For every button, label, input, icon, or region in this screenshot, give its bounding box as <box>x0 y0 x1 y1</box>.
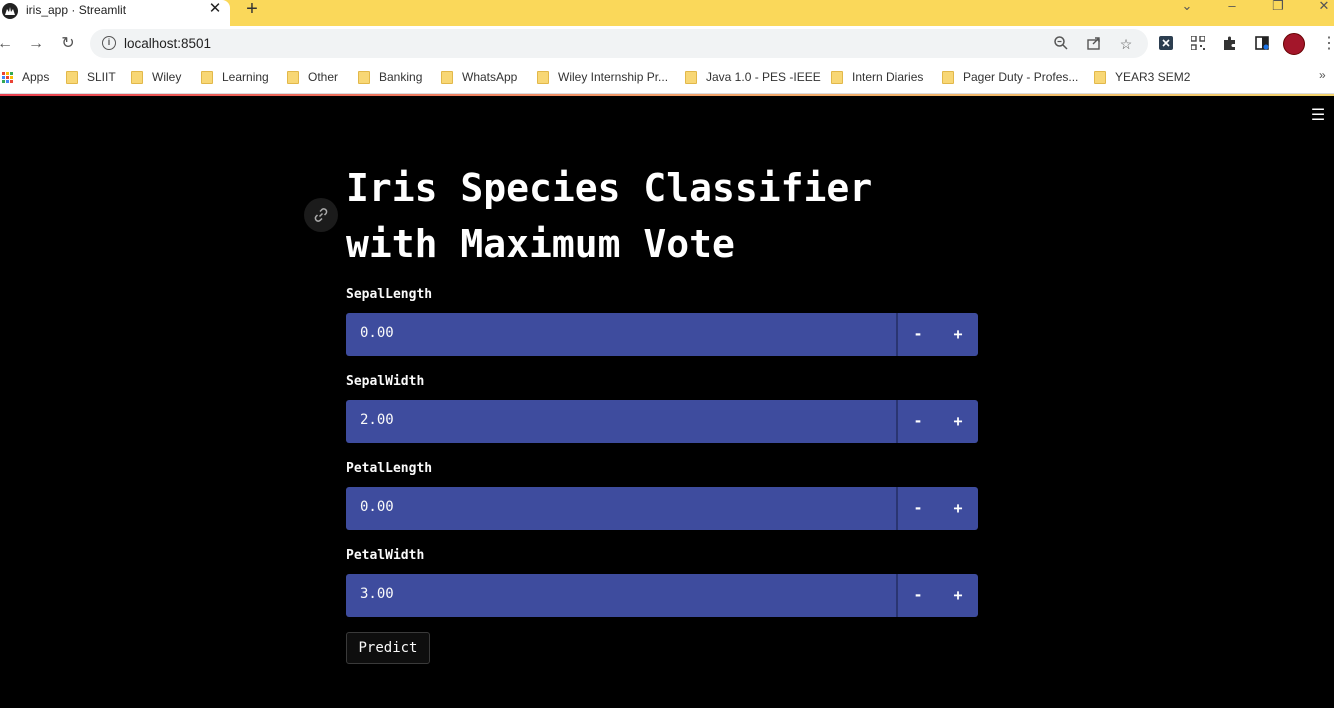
bookmark-sliit[interactable]: SLIIT <box>66 68 116 86</box>
bookmark-apps[interactable]: Apps <box>2 68 49 86</box>
bookmark-label: Apps <box>22 70 50 84</box>
main-menu-icon[interactable]: ☰ <box>1310 108 1326 124</box>
sepal-length-increment-button[interactable]: + <box>938 313 978 356</box>
petal-width-input[interactable]: 3.00 - + <box>346 574 978 617</box>
browser-tab[interactable]: iris_app · Streamlit ✕ <box>0 0 230 26</box>
bookmark-banking[interactable]: Banking <box>358 68 422 86</box>
folder-icon <box>66 70 78 84</box>
bookmarks-overflow-icon[interactable]: » <box>1319 68 1326 82</box>
folder-icon <box>358 70 370 84</box>
browser-toolbar: ← → ↻ i localhost:8501 ☆ ⋮ <box>0 26 1334 62</box>
bookmark-label: Intern Diaries <box>852 70 924 84</box>
sepal-width-decrement-button[interactable]: - <box>898 400 938 443</box>
extension-x-icon[interactable] <box>1158 36 1174 52</box>
bookmark-wiley-internship[interactable]: Wiley Internship Pr... <box>537 68 668 86</box>
folder-icon <box>942 70 954 84</box>
bookmark-pager-duty[interactable]: Pager Duty - Profes... <box>942 68 1078 86</box>
bookmark-wiley[interactable]: Wiley <box>131 68 181 86</box>
sepal-length-input[interactable]: 0.00 - + <box>346 313 978 356</box>
sepal-length-value[interactable]: 0.00 <box>360 325 394 341</box>
bookmark-label: WhatsApp <box>462 70 518 84</box>
bookmark-label: Banking <box>379 70 423 84</box>
folder-icon <box>287 70 299 84</box>
share-icon[interactable] <box>1085 35 1103 53</box>
streamlit-header-decoration <box>0 94 1334 96</box>
streamlit-favicon-icon <box>2 3 18 19</box>
petal-width-decrement-button[interactable]: - <box>898 574 938 617</box>
bookmark-label: Wiley Internship Pr... <box>558 70 669 84</box>
sepal-width-label: SepalWidth <box>346 374 425 389</box>
bookmark-intern-diaries[interactable]: Intern Diaries <box>831 68 923 86</box>
petal-length-label: PetalLength <box>346 461 433 476</box>
title-anchor-link-icon[interactable] <box>304 198 338 232</box>
tab-close-icon[interactable]: ✕ <box>207 1 223 17</box>
bookmark-learning[interactable]: Learning <box>201 68 269 86</box>
tab-search-icon[interactable]: ⌄ <box>1177 0 1197 14</box>
bookmark-label: Pager Duty - Profes... <box>963 70 1079 84</box>
bookmark-label: Other <box>308 70 339 84</box>
bookmark-label: Learning <box>222 70 269 84</box>
tab-strip: iris_app · Streamlit ✕ + ⌄ – ❐ ✕ <box>0 0 1334 26</box>
forward-icon[interactable]: → <box>27 35 45 53</box>
sepal-width-increment-button[interactable]: + <box>938 400 978 443</box>
sepal-length-label: SepalLength <box>346 287 433 302</box>
bookmark-year3-sem2[interactable]: YEAR3 SEM2 <box>1094 68 1190 86</box>
address-bar[interactable]: i localhost:8501 ☆ <box>90 29 1148 58</box>
bookmark-label: YEAR3 SEM2 <box>1115 70 1191 84</box>
folder-icon <box>201 70 213 84</box>
tab-title: iris_app · Streamlit <box>26 3 127 17</box>
profile-avatar[interactable] <box>1283 33 1305 55</box>
sepal-length-decrement-button[interactable]: - <box>898 313 938 356</box>
folder-icon <box>831 70 843 84</box>
sepal-width-input[interactable]: 2.00 - + <box>346 400 978 443</box>
petal-width-value[interactable]: 3.00 <box>360 586 394 602</box>
petal-length-decrement-button[interactable]: - <box>898 487 938 530</box>
folder-icon <box>131 70 143 84</box>
site-info-icon[interactable]: i <box>102 36 116 50</box>
bookmark-whatsapp[interactable]: WhatsApp <box>441 68 517 86</box>
sepal-width-value[interactable]: 2.00 <box>360 412 394 428</box>
folder-icon <box>1094 70 1106 84</box>
side-panel-icon[interactable] <box>1254 36 1270 52</box>
restore-icon[interactable]: ❐ <box>1268 0 1288 14</box>
zoom-icon[interactable] <box>1052 35 1070 53</box>
minimize-icon[interactable]: – <box>1222 0 1242 14</box>
bookmark-label: SLIIT <box>87 70 116 84</box>
bookmark-label: Wiley <box>152 70 182 84</box>
back-icon[interactable]: ← <box>0 35 14 53</box>
petal-length-increment-button[interactable]: + <box>938 487 978 530</box>
extensions-puzzle-icon[interactable] <box>1222 36 1238 52</box>
folder-icon <box>441 70 453 84</box>
bookmark-java[interactable]: Java 1.0 - PES -IEEE <box>685 68 821 86</box>
petal-length-value[interactable]: 0.00 <box>360 499 394 515</box>
petal-length-input[interactable]: 0.00 - + <box>346 487 978 530</box>
new-tab-icon[interactable]: + <box>243 0 261 19</box>
petal-width-label: PetalWidth <box>346 548 425 563</box>
reload-icon[interactable]: ↻ <box>59 35 77 53</box>
predict-button[interactable]: Predict <box>346 632 430 664</box>
window-close-icon[interactable]: ✕ <box>1314 0 1334 14</box>
browser-menu-icon[interactable]: ⋮ <box>1321 35 1334 53</box>
folder-icon <box>537 70 549 84</box>
bookmark-other[interactable]: Other <box>287 68 338 86</box>
petal-width-increment-button[interactable]: + <box>938 574 978 617</box>
bookmark-label: Java 1.0 - PES -IEEE <box>706 70 821 84</box>
qr-code-icon[interactable] <box>1190 35 1206 52</box>
bookmark-star-icon[interactable]: ☆ <box>1117 35 1135 53</box>
apps-grid-icon <box>2 71 13 83</box>
folder-icon <box>685 70 697 84</box>
url-text[interactable]: localhost:8501 <box>124 36 211 51</box>
bookmarks-bar: Apps SLIIT Wiley Learning Other Banking … <box>0 62 1334 94</box>
page-title: Iris Species Classifier with Maximum Vot… <box>346 166 873 266</box>
